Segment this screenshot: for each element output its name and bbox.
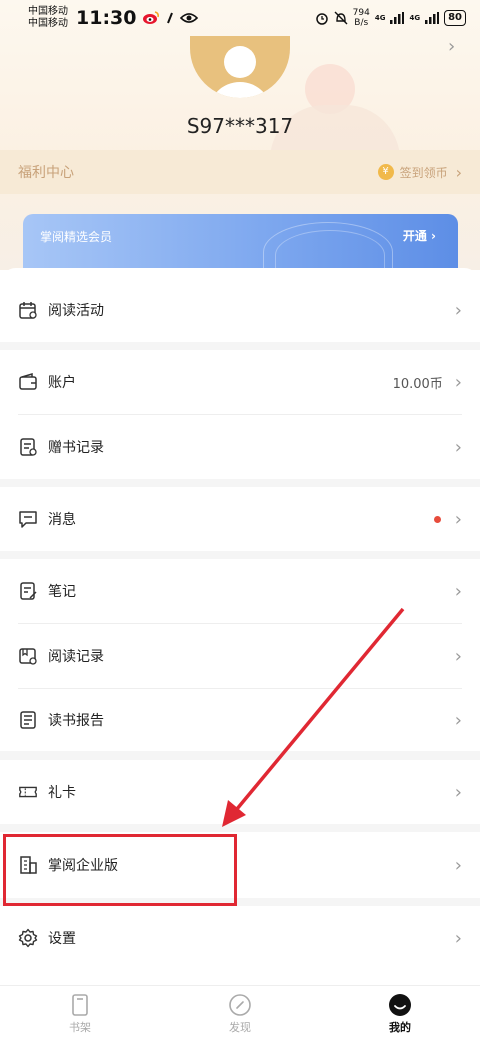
compass-icon (228, 993, 252, 1017)
annotation-arrow (222, 607, 405, 827)
bottom-tab-bar: 书架 发现 我的 (0, 985, 480, 1040)
tab-bookshelf[interactable]: 书架 (0, 986, 160, 1040)
tab-label: 书架 (69, 1021, 91, 1034)
tab-discover[interactable]: 发现 (160, 986, 320, 1040)
smiley-icon (388, 993, 412, 1017)
tab-label: 我的 (389, 1021, 411, 1034)
tab-label: 发现 (229, 1021, 251, 1034)
profile-screen: 中国移动 中国移动 11:30 794 B/s 4G 4G 80 › S97**… (0, 0, 480, 1040)
book-icon (68, 993, 92, 1017)
tab-me[interactable]: 我的 (320, 986, 480, 1040)
